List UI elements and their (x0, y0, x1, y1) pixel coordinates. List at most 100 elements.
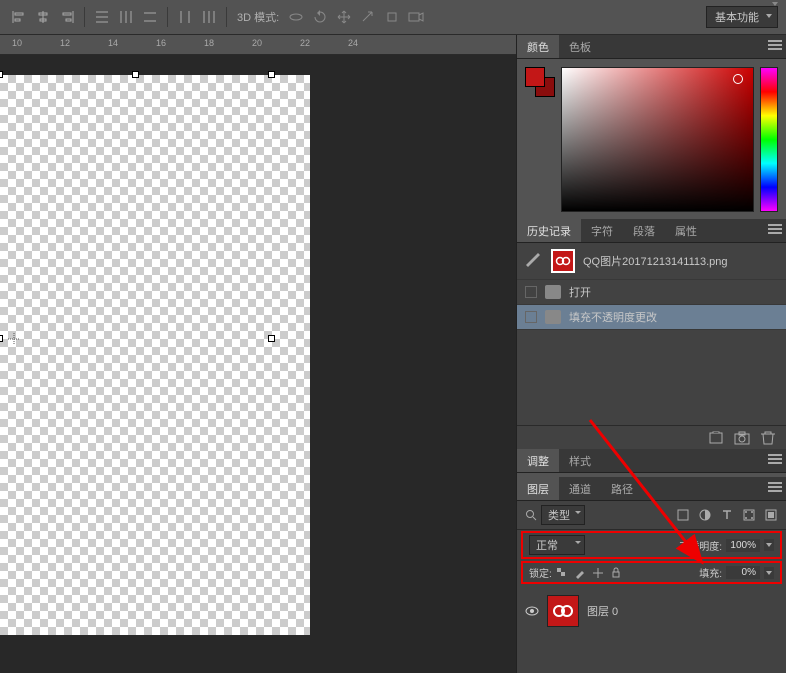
history-step-open[interactable]: 打开 (517, 280, 786, 305)
align-left-icon[interactable] (8, 6, 30, 28)
transform-handle-tl[interactable] (0, 71, 3, 78)
workspace-dropdown[interactable]: 基本功能 (706, 6, 778, 28)
lock-position-icon[interactable] (592, 567, 604, 579)
history-step-fill-opacity[interactable]: 填充不透明度更改 (517, 305, 786, 330)
layer-list: 图层 0 (517, 585, 786, 673)
history-brush-icon (525, 252, 543, 270)
distribute-bottom-icon[interactable] (139, 6, 161, 28)
history-step-label: 填充不透明度更改 (569, 309, 657, 325)
canvas[interactable] (0, 75, 310, 635)
tab-properties[interactable]: 属性 (665, 219, 707, 242)
pan-3d-icon[interactable] (333, 6, 355, 28)
separator (84, 7, 85, 27)
orbit-icon[interactable] (285, 6, 307, 28)
tab-channels[interactable]: 通道 (559, 477, 601, 500)
ruler-mark: 10 (12, 38, 22, 48)
camera-icon[interactable] (405, 6, 427, 28)
lock-transparency-icon[interactable] (556, 567, 568, 579)
tab-character[interactable]: 字符 (581, 219, 623, 242)
fg-color[interactable] (525, 67, 545, 87)
fill-label: 填充: (699, 565, 722, 580)
visibility-icon[interactable] (525, 604, 539, 618)
history-step-icon (545, 310, 561, 324)
transform-handle-tr[interactable] (268, 71, 275, 78)
separator (226, 7, 227, 27)
layers-panel: 类型 正常 不透明度: 100% 锁定: (517, 501, 786, 673)
transform-handle-tc[interactable] (132, 71, 139, 78)
tab-adjustments[interactable]: 调整 (517, 449, 559, 472)
tab-paths[interactable]: 路径 (601, 477, 643, 500)
history-checkbox[interactable] (525, 311, 537, 323)
history-step-icon (545, 285, 561, 299)
separator (167, 7, 168, 27)
lock-all-icon[interactable] (610, 567, 622, 579)
panel-flyout-icon[interactable] (770, 0, 780, 10)
distribute-top-icon[interactable] (91, 6, 113, 28)
panels-column: 颜色 色板 历史记录 字符 段落 属性 QQ图片20171213141113.p… (516, 35, 786, 673)
tab-styles[interactable]: 样式 (559, 449, 601, 472)
ruler-mark: 18 (204, 38, 214, 48)
create-document-icon[interactable] (708, 431, 724, 445)
history-snapshot[interactable]: QQ图片20171213141113.png (517, 243, 786, 280)
filter-shape-icon[interactable] (742, 508, 756, 522)
layer-item-0[interactable]: 图层 0 (517, 589, 786, 633)
panel-menu-icon[interactable] (768, 224, 782, 234)
history-panel: QQ图片20171213141113.png 打开 填充不透明度更改 (517, 243, 786, 449)
trash-icon[interactable] (760, 431, 776, 445)
opacity-value[interactable]: 100% (726, 539, 760, 552)
transform-handle-ml[interactable] (0, 335, 3, 342)
filter-type-icons (676, 508, 778, 522)
ruler-mark: 20 (252, 38, 262, 48)
tab-layers[interactable]: 图层 (517, 477, 559, 500)
ruler-mark: 14 (108, 38, 118, 48)
ruler-horizontal[interactable]: 10 12 14 16 18 20 22 24 (0, 35, 516, 55)
panel-menu-icon[interactable] (768, 454, 782, 464)
tab-paragraph[interactable]: 段落 (623, 219, 665, 242)
filter-type-icon[interactable] (720, 508, 734, 522)
panel-menu-icon[interactable] (768, 482, 782, 492)
lock-icons (556, 567, 622, 579)
tab-history[interactable]: 历史记录 (517, 219, 581, 242)
distribute-h-icon[interactable] (174, 6, 196, 28)
history-step-label: 打开 (569, 284, 591, 300)
rotate-icon[interactable] (309, 6, 331, 28)
filter-smart-icon[interactable] (764, 508, 778, 522)
opacity-row-highlight: 正常 不透明度: 100% (521, 531, 782, 559)
distribute-v-icon[interactable] (115, 6, 137, 28)
scale-3d-icon[interactable] (381, 6, 403, 28)
filter-pixel-icon[interactable] (676, 508, 690, 522)
history-panel-tabs: 历史记录 字符 段落 属性 (517, 219, 786, 243)
align-center-h-icon[interactable] (32, 6, 54, 28)
fill-slider-toggle[interactable] (764, 567, 774, 579)
opacity-slider-toggle[interactable] (764, 539, 774, 551)
mode-3d-label: 3D 模式: (237, 9, 279, 25)
options-bar: 3D 模式: 基本功能 (0, 0, 786, 35)
lock-pixels-icon[interactable] (574, 567, 586, 579)
align-right-icon[interactable] (56, 6, 78, 28)
filter-kind-dropdown[interactable]: 类型 (541, 505, 585, 525)
slide-3d-icon[interactable] (357, 6, 379, 28)
lock-label: 锁定: (529, 565, 552, 580)
snapshot-name: QQ图片20171213141113.png (583, 253, 728, 269)
adjust-panel-tabs: 调整 样式 (517, 449, 786, 473)
canvas-area: 10 12 14 16 18 20 22 24 (0, 35, 516, 673)
panel-menu-icon[interactable] (768, 40, 782, 50)
snapshot-icon[interactable] (734, 431, 750, 445)
transparency-checker (0, 75, 310, 635)
layer-name[interactable]: 图层 0 (587, 603, 618, 619)
search-icon[interactable] (525, 509, 537, 521)
fg-bg-swatch[interactable] (525, 67, 555, 97)
layer-thumb (547, 595, 579, 627)
transform-center-icon[interactable] (6, 331, 22, 347)
transform-handle-mr[interactable] (268, 335, 275, 342)
history-checkbox[interactable] (525, 286, 537, 298)
tab-color[interactable]: 颜色 (517, 35, 559, 58)
snapshot-thumb (551, 249, 575, 273)
color-field[interactable] (561, 67, 754, 212)
hue-slider[interactable] (760, 67, 778, 212)
blend-mode-dropdown[interactable]: 正常 (529, 535, 585, 555)
fill-value[interactable]: 0% (726, 566, 760, 579)
distribute-h2-icon[interactable] (198, 6, 220, 28)
filter-adjust-icon[interactable] (698, 508, 712, 522)
tab-swatches[interactable]: 色板 (559, 35, 601, 58)
